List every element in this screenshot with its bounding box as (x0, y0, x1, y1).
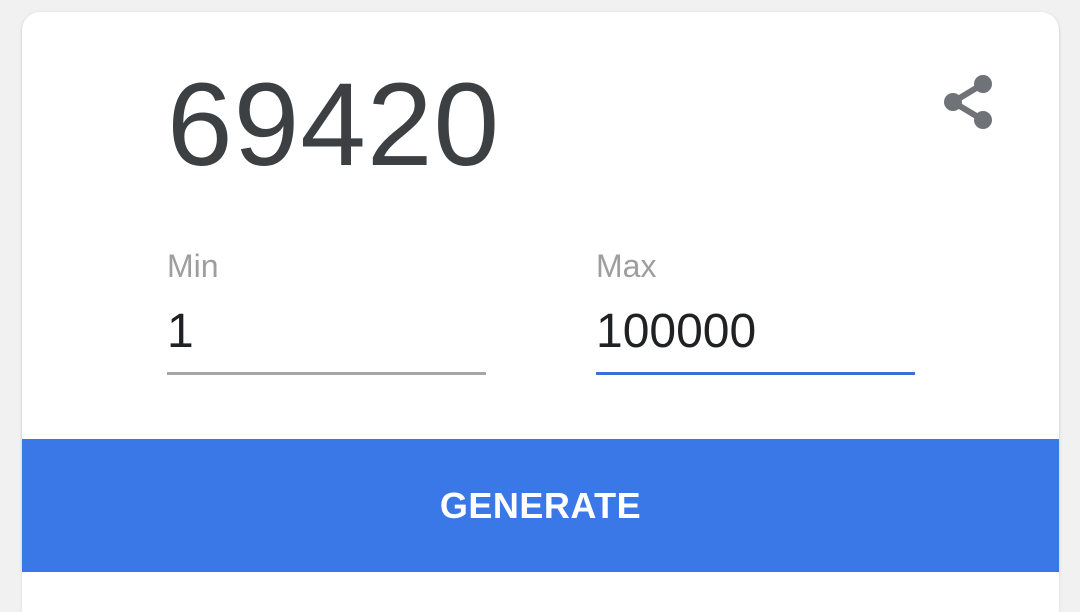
min-input[interactable] (167, 306, 486, 375)
share-icon (944, 75, 992, 129)
min-label: Min (167, 248, 219, 284)
min-field: Min (167, 248, 486, 375)
random-number-card: 69420 Min Max GENERATE (22, 12, 1059, 572)
generated-number: 69420 (167, 59, 501, 191)
generate-button[interactable]: GENERATE (22, 439, 1059, 572)
share-button[interactable] (938, 72, 998, 132)
max-label: Max (596, 248, 657, 284)
max-input[interactable] (596, 306, 915, 375)
card-footer (22, 572, 1059, 612)
max-field: Max (596, 248, 915, 375)
